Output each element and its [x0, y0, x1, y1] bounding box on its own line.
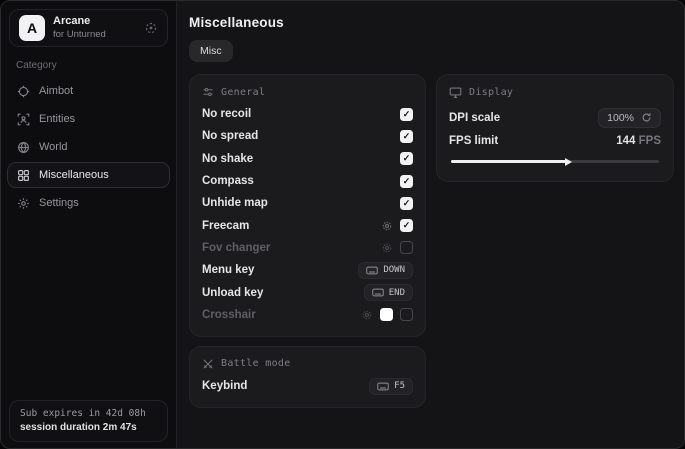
fps-limit-slider[interactable] [451, 160, 659, 163]
no-spread-checkbox[interactable] [400, 130, 413, 143]
sync-icon[interactable] [144, 21, 158, 35]
setting-row-unhide-map: Unhide map [202, 192, 413, 214]
fps-slider-thumb[interactable] [565, 158, 572, 166]
tab-misc[interactable]: Misc [189, 40, 233, 62]
app-header-card: A Arcane for Unturned [9, 9, 168, 47]
sidebar-item-world[interactable]: World [7, 134, 170, 160]
monitor-icon [449, 86, 462, 99]
crosshair-icon [17, 85, 30, 98]
setting-row-menu-key: Menu key DOWN [202, 259, 413, 281]
freecam-settings-gear-icon[interactable] [381, 220, 393, 232]
setting-row-crosshair: Crosshair [202, 304, 413, 326]
fov-changer-checkbox[interactable] [400, 241, 413, 254]
grid-icon [17, 169, 30, 182]
compass-checkbox[interactable] [400, 175, 413, 188]
reset-icon [641, 112, 652, 123]
battle-mode-panel-title: Battle mode [221, 358, 291, 369]
app-logo: A [19, 15, 45, 41]
battle-mode-panel: Battle mode Keybind F5 [189, 346, 426, 408]
general-panel-header: General [202, 86, 413, 98]
sub-expiry-text: Sub expires in 42d 08h [20, 408, 157, 419]
app-title-block: Arcane for Unturned [53, 15, 106, 41]
no-recoil-checkbox[interactable] [400, 108, 413, 121]
unload-key-keybind-button[interactable]: END [364, 284, 413, 301]
session-duration-text: session duration 2m 47s [20, 422, 157, 433]
dpi-scale-value: 100% [607, 112, 634, 124]
fov-changer-settings-gear-icon[interactable] [381, 242, 393, 254]
keyboard-icon [372, 288, 384, 297]
sidebar-item-miscellaneous[interactable]: Miscellaneous [7, 162, 170, 188]
subscription-info-card: Sub expires in 42d 08h session duration … [9, 400, 168, 442]
setting-row-freecam: Freecam [202, 214, 413, 236]
page-title: Miscellaneous [189, 15, 674, 30]
sidebar: A Arcane for Unturned Category A [1, 1, 177, 448]
globe-icon [17, 141, 30, 154]
main-content: Miscellaneous Misc General No recoil [177, 1, 685, 448]
sidebar-item-label: Aimbot [39, 85, 73, 97]
no-shake-checkbox[interactable] [400, 152, 413, 165]
keyboard-icon [377, 382, 389, 391]
dpi-scale-input[interactable]: 100% [598, 108, 661, 128]
sidebar-item-entities[interactable]: Entities [7, 106, 170, 132]
battle-keybind-button[interactable]: F5 [369, 378, 413, 395]
setting-row-fov-changer: Fov changer [202, 237, 413, 259]
fps-slider-fill [451, 160, 567, 163]
gear-icon [17, 197, 30, 210]
unload-key-value: END [389, 288, 405, 298]
right-column: Display DPI scale 100% FPS limit [436, 74, 674, 182]
sidebar-item-label: Entities [39, 113, 75, 125]
setting-row-no-spread: No spread [202, 125, 413, 147]
entities-icon [17, 113, 30, 126]
general-panel-title: General [221, 87, 265, 98]
setting-row-dpi-scale: DPI scale 100% [449, 104, 661, 131]
content-columns: General No recoil No spread No shake [189, 74, 674, 408]
sidebar-item-aimbot[interactable]: Aimbot [7, 78, 170, 104]
crosshair-checkbox[interactable] [400, 308, 413, 321]
setting-row-unload-key: Unload key END [202, 281, 413, 303]
battle-mode-panel-header: Battle mode [202, 358, 413, 370]
sidebar-item-settings[interactable]: Settings [7, 190, 170, 216]
left-column: General No recoil No spread No shake [189, 74, 426, 408]
category-label: Category [16, 60, 176, 71]
setting-row-no-shake: No shake [202, 148, 413, 170]
setting-row-no-recoil: No recoil [202, 103, 413, 125]
fps-limit-value: 144 FPS [616, 135, 661, 147]
crosshair-color-swatch[interactable] [380, 308, 393, 321]
display-panel: Display DPI scale 100% FPS limit [436, 74, 674, 182]
swords-icon [202, 358, 214, 370]
app-subtitle: for Unturned [53, 29, 106, 41]
display-panel-header: Display [449, 86, 661, 99]
sidebar-item-label: Settings [39, 197, 79, 209]
app-window: A Arcane for Unturned Category A [0, 0, 685, 449]
crosshair-settings-gear-icon[interactable] [361, 309, 373, 321]
sidebar-item-label: Miscellaneous [39, 169, 109, 181]
setting-row-compass: Compass [202, 170, 413, 192]
freecam-checkbox[interactable] [400, 219, 413, 232]
sliders-icon [202, 86, 214, 98]
menu-key-keybind-button[interactable]: DOWN [358, 262, 413, 279]
battle-keybind-value: F5 [394, 381, 405, 391]
app-name: Arcane [53, 15, 106, 29]
menu-key-value: DOWN [383, 265, 405, 275]
sidebar-item-label: World [39, 141, 68, 153]
setting-row-fps-limit: FPS limit 144 FPS [449, 131, 661, 151]
general-panel: General No recoil No spread No shake [189, 74, 426, 337]
display-panel-title: Display [469, 87, 513, 98]
setting-row-keybind: Keybind F5 [202, 375, 413, 397]
unhide-map-checkbox[interactable] [400, 197, 413, 210]
sidebar-nav: Aimbot Entities World [1, 78, 176, 216]
keyboard-icon [366, 266, 378, 275]
